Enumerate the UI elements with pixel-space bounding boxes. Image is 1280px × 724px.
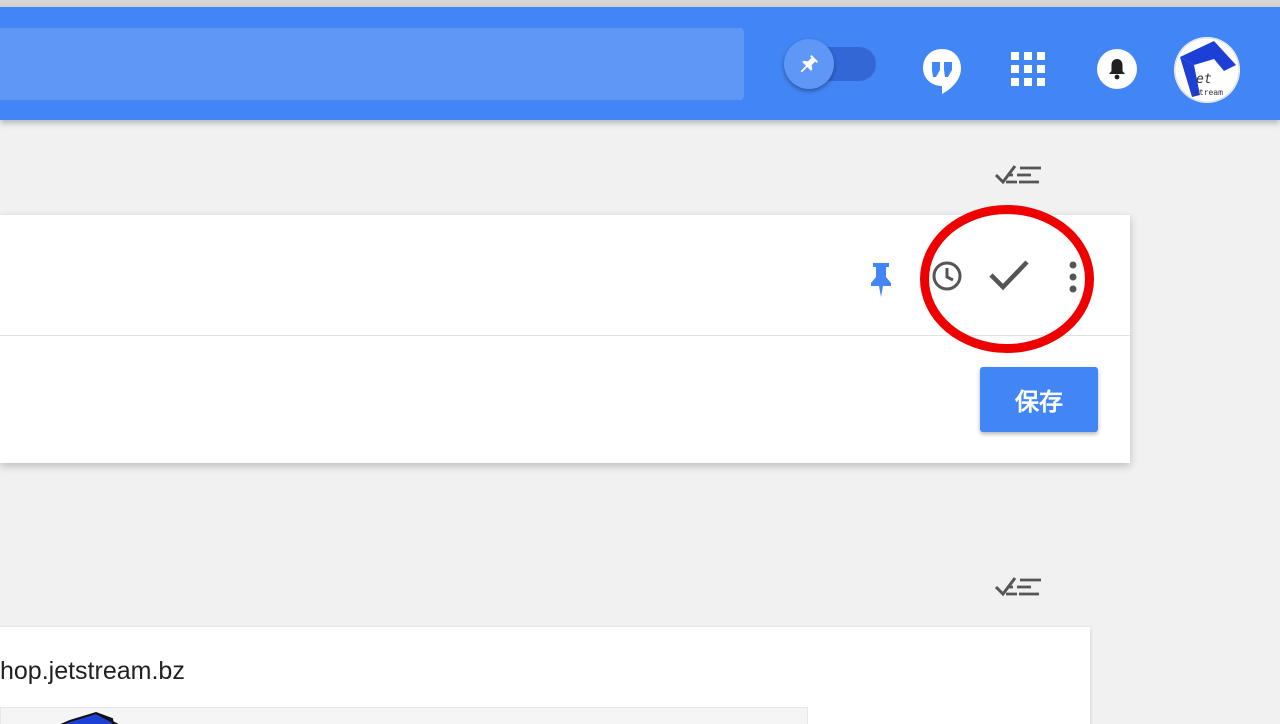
done-all-icon[interactable]: [993, 160, 1043, 190]
app-header: et stream: [0, 7, 1280, 120]
window-top-edge: [0, 0, 1280, 7]
hangouts-icon[interactable]: [920, 47, 964, 95]
highlight-annotation-ring: [920, 205, 1094, 353]
save-button[interactable]: 保存: [980, 367, 1098, 432]
avatar[interactable]: et stream: [1174, 37, 1240, 103]
search-input[interactable]: [0, 28, 744, 100]
notifications-bell-icon[interactable]: [1096, 48, 1138, 90]
link-url[interactable]: hop.jetstream.bz: [0, 657, 185, 686]
pin-toggle-icon: [801, 55, 818, 72]
pin-toggle-knob[interactable]: [784, 39, 834, 89]
done-all-icon[interactable]: [993, 572, 1043, 602]
pin-icon[interactable]: [866, 259, 896, 299]
link-preview-image: [0, 707, 246, 724]
apps-grid-icon[interactable]: [1008, 49, 1048, 89]
svg-text:stream: stream: [1194, 88, 1223, 97]
link-card[interactable]: hop.jetstream.bz: [0, 627, 1090, 724]
svg-text:et: et: [1196, 72, 1212, 87]
